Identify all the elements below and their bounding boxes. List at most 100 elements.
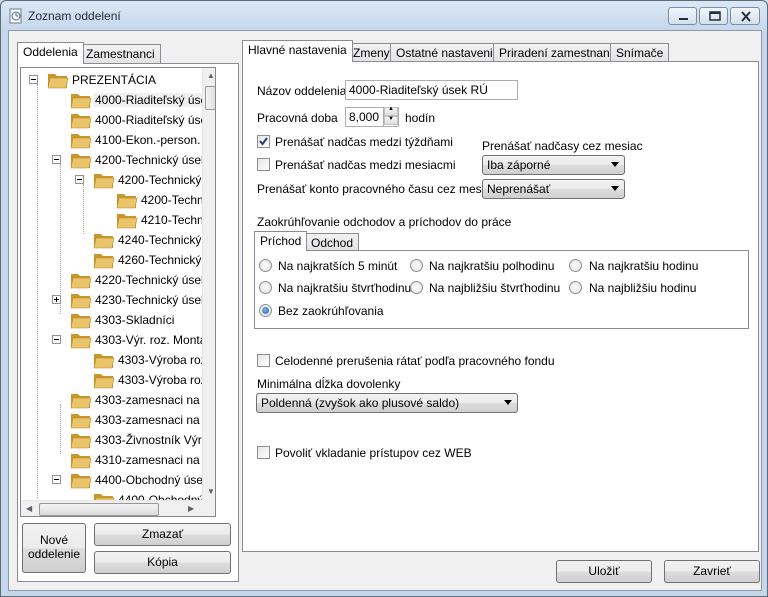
tree-vscroll-thumb[interactable]: [205, 86, 215, 110]
tree-item-label: PREZENTÁCIA: [72, 73, 157, 87]
tree-item-label: 4303-zamesnaci na 4320: [95, 393, 215, 407]
radio-nearest-hour[interactable]: [569, 281, 582, 294]
folder-icon: [70, 134, 92, 149]
tab-oddelenia[interactable]: Oddelenia: [17, 42, 84, 64]
delete-button[interactable]: Zmazať: [94, 523, 231, 546]
button-label: Kópia: [147, 555, 178, 569]
fullday-checkbox[interactable]: [257, 354, 270, 367]
work-time-input[interactable]: 8,000 ▲ ▼: [345, 106, 399, 127]
radio-5min[interactable]: [259, 259, 272, 272]
tab-snimace[interactable]: Snímače: [610, 43, 670, 62]
folder-icon: [70, 434, 92, 449]
department-tree[interactable]: PREZENTÁCIA 4000-Riaditeľský úsek RÚ 4000-…: [20, 67, 216, 517]
tree-connector: [60, 164, 61, 314]
close-icon: [741, 11, 751, 22]
copy-button[interactable]: Kópia: [94, 551, 231, 574]
chevron-down-icon: [504, 400, 512, 405]
close-button[interactable]: [730, 7, 760, 25]
button-label: Uložiť: [588, 564, 620, 578]
tree-item-label: 4303-Živnostník Výr. roz.: [95, 433, 216, 447]
app-icon: [9, 8, 22, 24]
work-time-value: 8,000: [349, 110, 380, 124]
tree-horizontal-scrollbar[interactable]: ◀ ▶: [21, 500, 202, 516]
folder-icon: [93, 234, 115, 249]
chevron-down-icon: [611, 162, 619, 167]
close-dialog-button[interactable]: Zavrieť: [664, 560, 760, 583]
radio-no-rounding[interactable]: [259, 304, 272, 317]
collapse-icon[interactable]: [29, 75, 38, 84]
tab-label: Snímače: [616, 46, 664, 60]
maximize-button[interactable]: [699, 7, 728, 25]
tab-prichod[interactable]: Príchod: [254, 231, 308, 251]
save-button[interactable]: Uložiť: [556, 560, 652, 583]
title-bar[interactable]: Zoznam oddelení: [1, 1, 767, 31]
tree-item-label: 4310-zamesnaci na 4303: [95, 453, 215, 467]
tab-label: Ostatné nastavenia: [396, 46, 500, 60]
button-label: Zavrieť: [693, 564, 731, 578]
carry-months-checkbox[interactable]: [257, 158, 270, 171]
tree-item-label: 4230-Technický úsek TÚ: [95, 293, 216, 307]
collapse-icon[interactable]: [52, 475, 61, 484]
rounding-label: Zaokrúhľovanie odchodov a príchodov do p…: [257, 215, 512, 229]
folder-icon: [93, 174, 115, 189]
folder-icon: [70, 114, 92, 129]
tree-item-label: 4220-Technický úsek TÚ: [95, 273, 216, 287]
work-time-spinner[interactable]: ▲ ▼: [383, 106, 398, 127]
tab-label: Oddelenia: [23, 45, 78, 59]
tree-item-label: 4000-Riaditeľský úsek RÚ: [93, 93, 215, 107]
scroll-down-icon[interactable]: ▼: [207, 487, 215, 496]
folder-icon: [93, 354, 115, 369]
tab-priradeni-zamestnanci[interactable]: Priradení zamestnanci: [493, 43, 625, 62]
tab-odchod[interactable]: Odchod: [305, 233, 360, 251]
scroll-right-icon[interactable]: ▶: [188, 504, 194, 513]
collapse-icon[interactable]: [52, 155, 61, 164]
radio-half-hour[interactable]: [410, 259, 423, 272]
tab-label: Hlavné nastavenia: [248, 43, 347, 57]
scroll-corner: [202, 500, 215, 516]
scroll-left-icon[interactable]: ◀: [26, 504, 32, 513]
checkmark-icon: [259, 137, 268, 146]
dept-name-input[interactable]: 4000-Riaditeľský úsek RÚ: [345, 80, 518, 100]
tab-zmeny[interactable]: Zmeny: [347, 43, 396, 62]
work-time-label: Pracovná doba: [257, 111, 338, 125]
tab-hlavne-nastavenia[interactable]: Hlavné nastavenia: [242, 40, 353, 62]
scroll-up-icon[interactable]: ▲: [207, 71, 215, 80]
tree-connector: [60, 404, 61, 454]
tree-vertical-scrollbar[interactable]: ▲ ▼: [202, 68, 215, 500]
select-value: Poldenná (zvyšok ako plusové saldo): [261, 396, 460, 410]
carry-weeks-checkbox[interactable]: [257, 135, 270, 148]
spin-up-icon[interactable]: ▲: [384, 106, 398, 116]
folder-icon: [47, 74, 69, 89]
radio-label: Na najkratšiu štvrťhodinu: [278, 281, 412, 295]
new-department-button[interactable]: Nové oddelenie: [22, 523, 86, 573]
folder-icon: [116, 214, 138, 229]
carry-months-label: Prenášať nadčas medzi mesiacmi: [275, 158, 456, 172]
tree-hscroll-thumb[interactable]: [39, 503, 159, 516]
tab-label: Zmeny: [353, 46, 390, 60]
collapse-icon[interactable]: [75, 175, 84, 184]
fullday-label: Celodenné prerušenia rátať podľa pracovn…: [275, 354, 555, 368]
radio-label: Na najbližšiu hodinu: [589, 281, 697, 295]
tab-zamestnanci[interactable]: Zamestnanci: [80, 44, 161, 63]
min-vacation-select[interactable]: Poldenná (zvyšok ako plusové saldo): [256, 393, 518, 413]
carry-over-month-select[interactable]: Iba záporné: [482, 155, 625, 175]
folder-icon: [70, 334, 92, 349]
radio-nearest-quarter[interactable]: [410, 281, 423, 294]
tree-item-label: 4303-Skladníci: [95, 313, 175, 327]
radio-label: Na najkratšiu polhodinu: [429, 259, 555, 273]
tab-ostatne-nastavenia[interactable]: Ostatné nastavenia: [390, 43, 506, 62]
tree-item-label: 4303-zamesnaci na 4350: [95, 413, 215, 427]
minimize-button[interactable]: [668, 7, 697, 25]
carry-account-select[interactable]: Neprenášať: [482, 179, 625, 199]
web-access-checkbox[interactable]: [257, 446, 270, 459]
carry-over-month-label: Prenášať nadčasy cez mesiac: [482, 139, 643, 153]
web-access-label: Povoliť vkladanie prístupov cez WEB: [275, 446, 472, 460]
select-value: Neprenášať: [487, 182, 551, 196]
spin-down-icon[interactable]: ▼: [384, 116, 398, 125]
radio-hour[interactable]: [569, 259, 582, 272]
collapse-icon[interactable]: [52, 335, 61, 344]
restore-icon: [709, 11, 721, 21]
client-area: Oddelenia Zamestnanci PREZENTÁCIA 4000-Ri…: [8, 30, 762, 591]
radio-quarter[interactable]: [259, 281, 272, 294]
folder-icon: [70, 294, 92, 309]
